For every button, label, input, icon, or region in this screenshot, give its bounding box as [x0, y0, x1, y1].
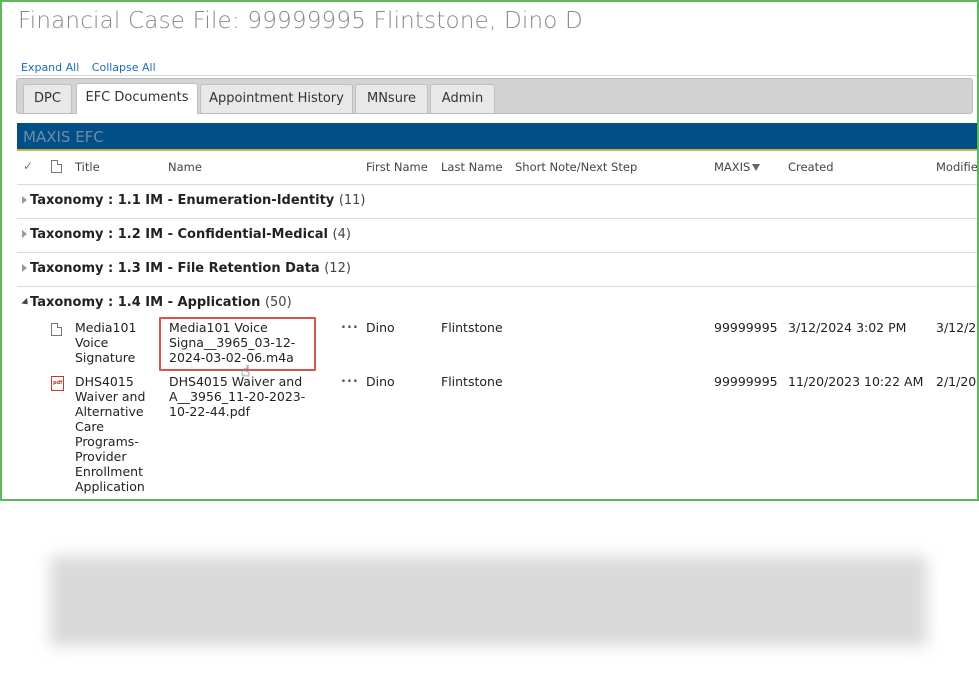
tab-appointment-history[interactable]: Appointment History [200, 84, 353, 113]
column-header-modified[interactable]: Modified [936, 160, 977, 174]
pdf-icon: pdf [51, 376, 64, 391]
case-file-panel: Financial Case File: 99999995 Flintstone… [0, 0, 979, 501]
hand-cursor-icon: ☝ [241, 362, 251, 380]
group-label: Taxonomy : 1.1 IM - Enumeration-Identity… [30, 193, 366, 208]
row-title-line: Signature [75, 350, 136, 365]
row-title-line: DHS4015 [75, 374, 134, 389]
group-title: Taxonomy : 1.2 IM - Confidential-Medical [30, 227, 328, 242]
file-name-line: A__3956_11-20-2023- [169, 389, 306, 404]
more-options-icon[interactable]: ... [341, 371, 359, 386]
column-header-last-name[interactable]: Last Name [441, 160, 503, 174]
column-header-name[interactable]: Name [168, 160, 202, 174]
selection-highlight [159, 317, 316, 371]
row-title-line: Waiver and [75, 389, 146, 404]
filter-icon [752, 164, 761, 171]
blurred-region [50, 556, 927, 646]
expand-all-link[interactable]: Expand All [21, 61, 79, 74]
row-title[interactable]: Media101 Voice Signature [75, 320, 136, 365]
group-count: (11) [338, 193, 366, 208]
row-title[interactable]: DHS4015 Waiver and Alternative Care Prog… [75, 374, 145, 494]
group-title: Taxonomy : 1.4 IM - Application [30, 295, 261, 310]
group-label: Taxonomy : 1.3 IM - File Retention Data … [30, 261, 351, 276]
row-modified: 3/12/2 [936, 320, 977, 335]
row-created: 11/20/2023 10:22 AM [788, 374, 924, 389]
section-title: MAXIS EFC [23, 128, 104, 146]
row-title-line: Provider [75, 449, 127, 464]
expand-triangle-icon[interactable] [22, 196, 27, 204]
divider [16, 75, 977, 76]
column-header-maxis[interactable]: MAXIS [714, 160, 761, 174]
row-title-line: Programs- [75, 434, 139, 449]
row-maxis: 99999995 [714, 374, 778, 389]
document-icon [51, 160, 62, 173]
tab-mnsure[interactable]: MNsure [355, 84, 428, 113]
row-title-line: Voice [75, 335, 109, 350]
page-title: Financial Case File: 99999995 Flintstone… [18, 8, 583, 34]
group-row[interactable]: Taxonomy : 1.4 IM - Application (50) [17, 286, 977, 320]
document-icon [51, 323, 62, 336]
row-first-name: Dino [366, 320, 395, 335]
group-title: Taxonomy : 1.1 IM - Enumeration-Identity [30, 193, 335, 208]
column-header-first-name[interactable]: First Name [366, 160, 428, 174]
expand-triangle-icon[interactable] [22, 264, 27, 272]
group-row[interactable]: Taxonomy : 1.2 IM - Confidential-Medical… [17, 218, 977, 252]
tab-efc-documents[interactable]: EFC Documents [76, 83, 198, 114]
group-row[interactable]: Taxonomy : 1.3 IM - File Retention Data … [17, 252, 977, 286]
row-first-name: Dino [366, 374, 395, 389]
row-title-line: Application [75, 479, 145, 494]
row-created: 3/12/2024 3:02 PM [788, 320, 907, 335]
group-count: (12) [324, 261, 351, 276]
file-name-line: 10-22-44.pdf [169, 404, 250, 419]
column-header-short-note[interactable]: Short Note/Next Step [515, 160, 637, 174]
more-options-icon[interactable]: ... [341, 317, 359, 332]
row-title-line: Care [75, 419, 104, 434]
group-row[interactable]: Taxonomy : 1.1 IM - Enumeration-Identity… [17, 184, 977, 218]
row-maxis: 99999995 [714, 320, 778, 335]
row-title-line: Enrollment [75, 464, 143, 479]
group-label: Taxonomy : 1.4 IM - Application (50) [30, 295, 292, 310]
group-count: (50) [264, 295, 292, 310]
tab-dpc[interactable]: DPC [23, 84, 72, 113]
column-header-maxis-label: MAXIS [714, 160, 751, 174]
column-header-title[interactable]: Title [75, 160, 100, 174]
section-header: MAXIS EFC [17, 123, 977, 151]
row-title-line: Alternative [75, 404, 144, 419]
tab-strip: DPC EFC Documents Appointment History MN… [16, 78, 973, 114]
tab-admin[interactable]: Admin [430, 84, 495, 113]
group-count: (4) [332, 227, 351, 242]
column-header-created[interactable]: Created [788, 160, 834, 174]
file-name-line: DHS4015 Waiver and [169, 374, 303, 389]
row-last-name: Flintstone [441, 320, 503, 335]
expand-collapse-links: Expand All Collapse All [21, 61, 165, 74]
pdf-icon-text: pdf [53, 380, 63, 386]
row-file-name[interactable]: DHS4015 Waiver and A__3956_11-20-2023- 1… [169, 374, 305, 419]
row-title-line: Media101 [75, 320, 137, 335]
group-label: Taxonomy : 1.2 IM - Confidential-Medical… [30, 227, 351, 242]
expand-triangle-icon[interactable] [22, 230, 27, 238]
row-last-name: Flintstone [441, 374, 503, 389]
check-icon[interactable]: ✓ [23, 159, 33, 173]
row-modified: 2/1/20 [936, 374, 977, 389]
group-title: Taxonomy : 1.3 IM - File Retention Data [30, 261, 320, 276]
collapse-all-link[interactable]: Collapse All [92, 61, 156, 74]
